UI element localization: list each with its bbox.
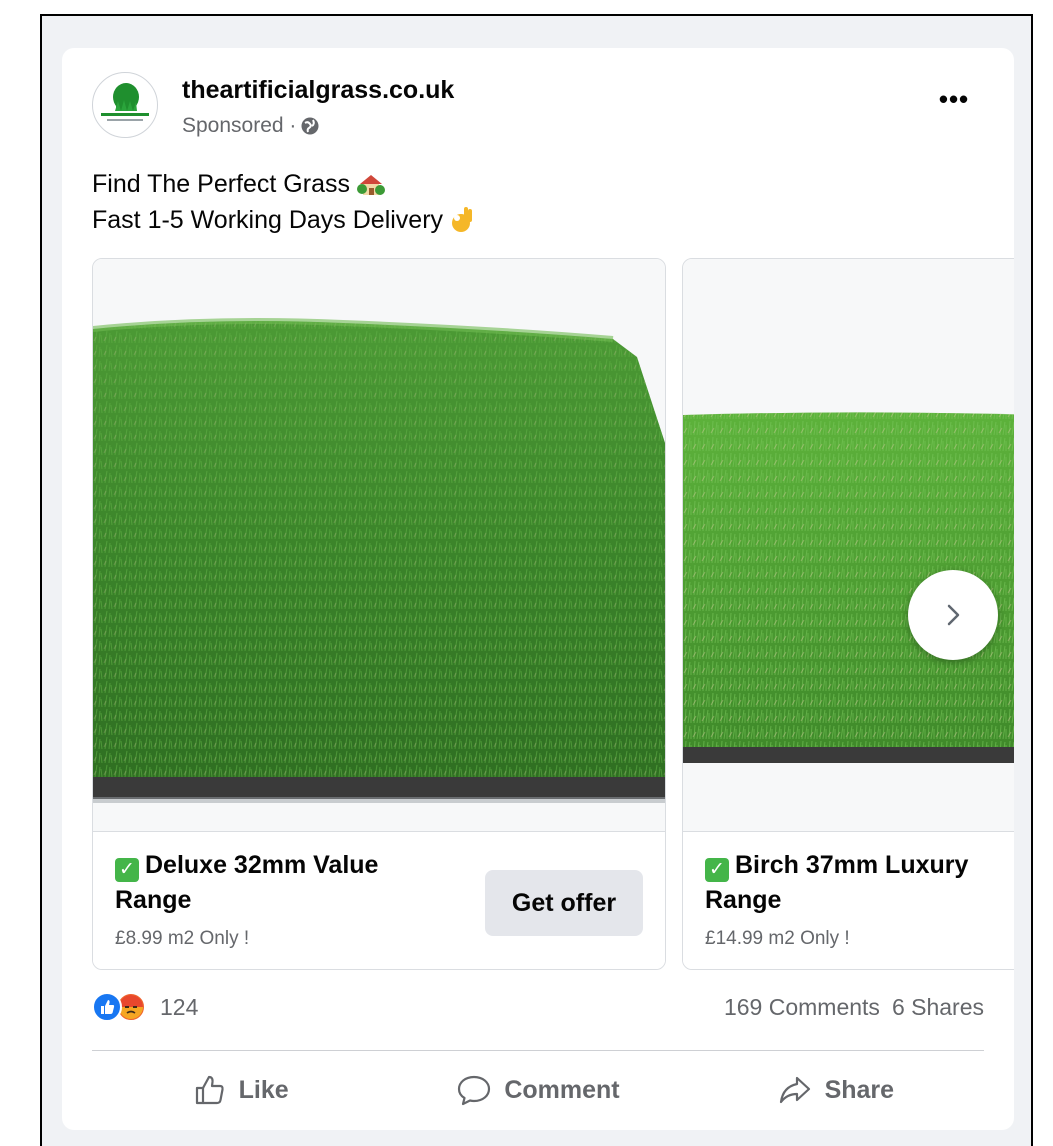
engagement-stats: 169 Comments 6 Shares [724,994,984,1021]
carousel-next-button[interactable] [908,570,998,660]
sponsored-label: Sponsored · [182,114,297,137]
caption-text: Fast 1-5 Working Days Delivery [92,206,444,234]
caption-line: Fast 1-5 Working Days Delivery [92,202,475,238]
feed-post-card: theartificialgrass.co.uk Sponsored · •••… [62,48,1014,1130]
product-footer: ✓ Birch 37mm Luxury Range £14.99 m2 Only … [683,831,1014,969]
ok-hand-icon [452,207,473,232]
caption-text: Find The Perfect Grass [92,170,350,198]
comments-count-link[interactable]: 169 Comments [724,994,880,1021]
reactions-summary[interactable]: 124 [92,992,198,1022]
grass-image [683,412,1014,763]
product-title: ✓ Deluxe 32mm Value Range [115,848,455,918]
house-with-garden-icon [356,175,385,195]
check-icon: ✓ [705,858,729,882]
grass-image [93,318,665,803]
page-avatar[interactable] [92,72,158,138]
like-label: Like [238,1075,289,1104]
share-button[interactable]: Share [687,1060,984,1120]
thumbs-up-icon [195,1075,224,1105]
product-title: ✓ Birch 37mm Luxury Range [705,848,1014,918]
more-options-button[interactable]: ••• [934,86,974,118]
globe-icon [301,117,319,135]
check-icon: ✓ [115,858,139,882]
reaction-count: 124 [160,993,199,1020]
comment-button[interactable]: Comment [389,1060,686,1120]
page-name-link[interactable]: theartificialgrass.co.uk [182,76,454,105]
product-title-text: Deluxe 32mm Value Range [115,851,379,914]
actions-divider [92,1050,984,1051]
product-image [93,259,665,831]
product-footer: ✓ Deluxe 32mm Value Range £8.99 m2 Only !… [93,831,665,969]
shares-count-link[interactable]: 6 Shares [892,994,984,1021]
caption-line: Find The Perfect Grass [92,166,475,202]
sponsored-row: Sponsored · [182,114,320,138]
product-title-text: Birch 37mm Luxury Range [705,851,969,914]
get-offer-button[interactable]: Get offer [485,870,643,936]
product-price: £14.99 m2 Only ! [705,928,850,949]
share-arrow-icon [779,1076,810,1104]
product-image [683,259,1014,831]
speech-bubble-icon [458,1075,491,1106]
carousel: ✓ Deluxe 32mm Value Range £8.99 m2 Only !… [62,258,1014,972]
post-caption: Find The Perfect Grass Fast 1-5 Working … [92,166,475,238]
like-button[interactable]: Like [92,1060,389,1120]
chevron-right-icon [947,604,960,626]
grass-logo-icon [101,83,149,121]
share-label: Share [824,1075,895,1104]
like-reaction-icon [92,992,122,1022]
screenshot-frame: theartificialgrass.co.uk Sponsored · •••… [40,14,1033,1146]
comment-label: Comment [504,1075,620,1104]
carousel-item[interactable]: ✓ Deluxe 32mm Value Range £8.99 m2 Only !… [92,258,666,970]
post-actions-bar: Like Comment Share [92,1060,984,1120]
product-price: £8.99 m2 Only ! [115,928,250,949]
